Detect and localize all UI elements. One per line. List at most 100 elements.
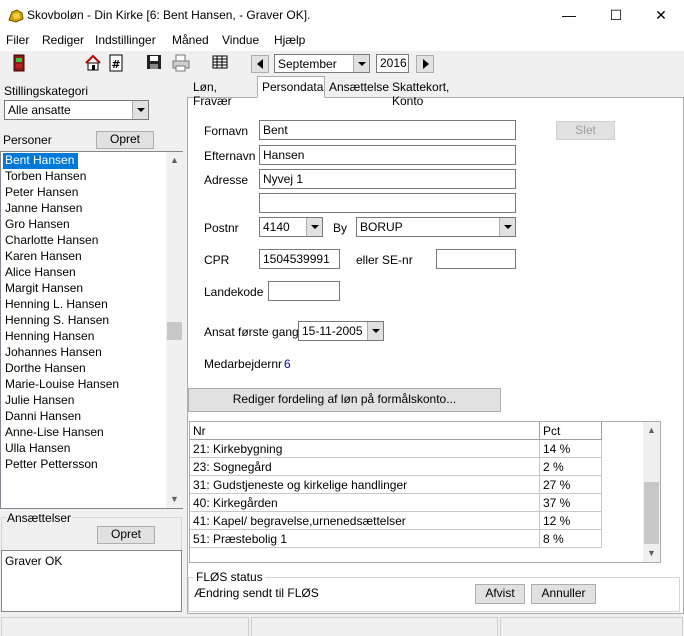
list-item[interactable]: Bent Hansen bbox=[3, 153, 79, 169]
table-cell-pct[interactable]: 37 % bbox=[540, 494, 602, 512]
list-item[interactable]: Marie-Louise Hansen bbox=[3, 377, 123, 393]
slet-button[interactable]: Slet bbox=[556, 121, 615, 140]
list-item[interactable]: Julie Hansen bbox=[3, 393, 78, 409]
afvist-button[interactable]: Afvist bbox=[475, 584, 525, 604]
postnr-select[interactable]: 4140 bbox=[259, 217, 323, 237]
employment-list[interactable]: Graver OK bbox=[1, 550, 182, 612]
adresse-field-1[interactable]: Nyvej 1 bbox=[259, 169, 516, 189]
ansat-date-picker[interactable]: 15-11-2005 bbox=[298, 321, 384, 341]
month-select[interactable]: September bbox=[274, 54, 370, 73]
next-month-button[interactable] bbox=[416, 55, 434, 73]
opret-person-button[interactable]: Opret bbox=[96, 131, 154, 149]
chevron-down-icon[interactable] bbox=[132, 101, 148, 119]
table-cell-nr[interactable]: 40: Kirkegården bbox=[190, 494, 540, 512]
close-icon: ✕ bbox=[655, 7, 667, 23]
scroll-up-icon[interactable]: ▲ bbox=[166, 152, 183, 169]
exit-icon[interactable] bbox=[11, 54, 29, 72]
list-item[interactable]: Gro Hansen bbox=[3, 217, 74, 233]
list-item[interactable]: Alice Hansen bbox=[3, 265, 80, 281]
fornavn-field[interactable]: Bent bbox=[259, 120, 516, 140]
list-item[interactable]: Karen Hansen bbox=[3, 249, 86, 265]
table-cell-pct[interactable]: 12 % bbox=[540, 512, 602, 530]
list-item[interactable]: Margit Hansen bbox=[3, 281, 87, 297]
chevron-down-icon[interactable] bbox=[306, 218, 322, 236]
ansat-date-value: 15-11-2005 bbox=[302, 324, 363, 338]
hash-icon[interactable]: # bbox=[108, 54, 126, 72]
list-item[interactable]: Dorthe Hansen bbox=[3, 361, 90, 377]
tab-loen-fravaer[interactable]: Løn, Fravær bbox=[189, 78, 257, 108]
annuller-button[interactable]: Annuller bbox=[531, 584, 596, 604]
grid-icon[interactable] bbox=[212, 54, 230, 72]
save-icon[interactable] bbox=[146, 54, 164, 72]
table-cell-nr[interactable]: 23: Sognegård bbox=[190, 458, 540, 476]
year-field[interactable]: 2016 bbox=[376, 54, 409, 73]
table-cell-pct[interactable]: 8 % bbox=[540, 530, 602, 548]
table-cell-nr[interactable]: 21: Kirkebygning bbox=[190, 440, 540, 458]
chevron-down-icon[interactable] bbox=[499, 218, 515, 236]
menu-indstillinger[interactable]: Indstillinger bbox=[95, 33, 156, 47]
list-item[interactable]: Torben Hansen bbox=[3, 169, 90, 185]
account-table[interactable]: Nr Pct 21: Kirkebygning 14 % 23: Sognegård… bbox=[189, 421, 661, 563]
print-icon[interactable] bbox=[172, 54, 190, 72]
employment-item[interactable]: Graver OK bbox=[5, 554, 62, 568]
by-select[interactable]: BORUP bbox=[356, 217, 516, 237]
table-cell-pct[interactable]: 14 % bbox=[540, 440, 602, 458]
minimize-button[interactable]: — bbox=[546, 0, 592, 31]
scroll-thumb[interactable] bbox=[644, 482, 659, 544]
person-list-scrollbar[interactable]: ▲ ▼ bbox=[166, 152, 183, 508]
list-item[interactable]: Henning L. Hansen bbox=[3, 297, 112, 313]
prev-month-button[interactable] bbox=[251, 55, 269, 73]
person-list[interactable]: Bent Hansen Torben Hansen Peter Hansen Jann… bbox=[0, 151, 183, 509]
scroll-down-icon[interactable]: ▼ bbox=[643, 545, 660, 562]
scroll-up-icon[interactable]: ▲ bbox=[643, 422, 660, 439]
maximize-button[interactable]: ☐ bbox=[593, 0, 639, 31]
maximize-icon: ☐ bbox=[609, 7, 623, 23]
list-item[interactable]: Anne-Lise Hansen bbox=[3, 425, 108, 441]
chevron-down-icon[interactable] bbox=[367, 322, 383, 340]
table-cell-nr[interactable]: 41: Kapel/ begravelse,urnenedsættelser bbox=[190, 512, 540, 530]
table-cell-pct[interactable]: 27 % bbox=[540, 476, 602, 494]
home-icon[interactable] bbox=[84, 54, 102, 72]
menu-vindue[interactable]: Vindue bbox=[222, 33, 259, 47]
list-item[interactable]: Peter Hansen bbox=[3, 185, 82, 201]
category-label: Stillingskategori bbox=[4, 84, 89, 98]
menu-rediger[interactable]: Rediger bbox=[42, 33, 84, 47]
table-scrollbar[interactable]: ▲ ▼ bbox=[643, 422, 660, 562]
list-item[interactable]: Ulla Hansen bbox=[3, 441, 74, 457]
landekode-field[interactable] bbox=[268, 281, 340, 301]
scroll-thumb[interactable] bbox=[167, 322, 182, 340]
list-item[interactable]: Petter Pettersson bbox=[3, 457, 102, 473]
chevron-down-icon[interactable] bbox=[353, 55, 369, 72]
list-item[interactable]: Henning Hansen bbox=[3, 329, 98, 345]
tab-skattekort-konto[interactable]: Skattekort, Konto bbox=[388, 78, 480, 108]
close-button[interactable]: ✕ bbox=[638, 0, 684, 31]
se-field[interactable] bbox=[436, 249, 516, 269]
tab-ansaettelse[interactable]: Ansættelse bbox=[325, 78, 389, 97]
menu-hjaelp[interactable]: Hjælp bbox=[274, 33, 305, 47]
menu-maaned[interactable]: Måned bbox=[172, 33, 209, 47]
category-select[interactable]: Alle ansatte bbox=[4, 100, 149, 120]
opret-employment-button[interactable]: Opret bbox=[97, 526, 155, 544]
table-cell-nr[interactable]: 31: Gudstjeneste og kirkelige handlinger bbox=[190, 476, 540, 494]
scroll-down-icon[interactable]: ▼ bbox=[166, 491, 183, 508]
column-header-nr[interactable]: Nr bbox=[190, 422, 540, 440]
table-cell-pct[interactable]: 2 % bbox=[540, 458, 602, 476]
list-item[interactable]: Henning S. Hansen bbox=[3, 313, 113, 329]
flos-status-label: FLØS status bbox=[194, 570, 265, 584]
list-item[interactable]: Johannes Hansen bbox=[3, 345, 106, 361]
table-cell-nr[interactable]: 51: Præstebolig 1 bbox=[190, 530, 540, 548]
cpr-field[interactable]: 1504539991 bbox=[259, 249, 340, 269]
adresse-field-2[interactable] bbox=[259, 193, 516, 213]
list-item[interactable]: Charlotte Hansen bbox=[3, 233, 102, 249]
rediger-fordeling-button[interactable]: Rediger fordeling af løn på formålskonto… bbox=[188, 388, 501, 412]
by-value: BORUP bbox=[360, 220, 403, 234]
list-item[interactable]: Janne Hansen bbox=[3, 201, 86, 217]
employments-label: Ansættelser bbox=[6, 511, 73, 525]
column-header-pct[interactable]: Pct bbox=[540, 422, 602, 440]
tab-persondata[interactable]: Persondata bbox=[257, 76, 325, 98]
medarb-value: 6 bbox=[284, 357, 291, 371]
efternavn-field[interactable]: Hansen bbox=[259, 145, 516, 165]
status-section-3 bbox=[500, 617, 683, 636]
list-item[interactable]: Danni Hansen bbox=[3, 409, 85, 425]
menu-filer[interactable]: Filer bbox=[6, 33, 29, 47]
